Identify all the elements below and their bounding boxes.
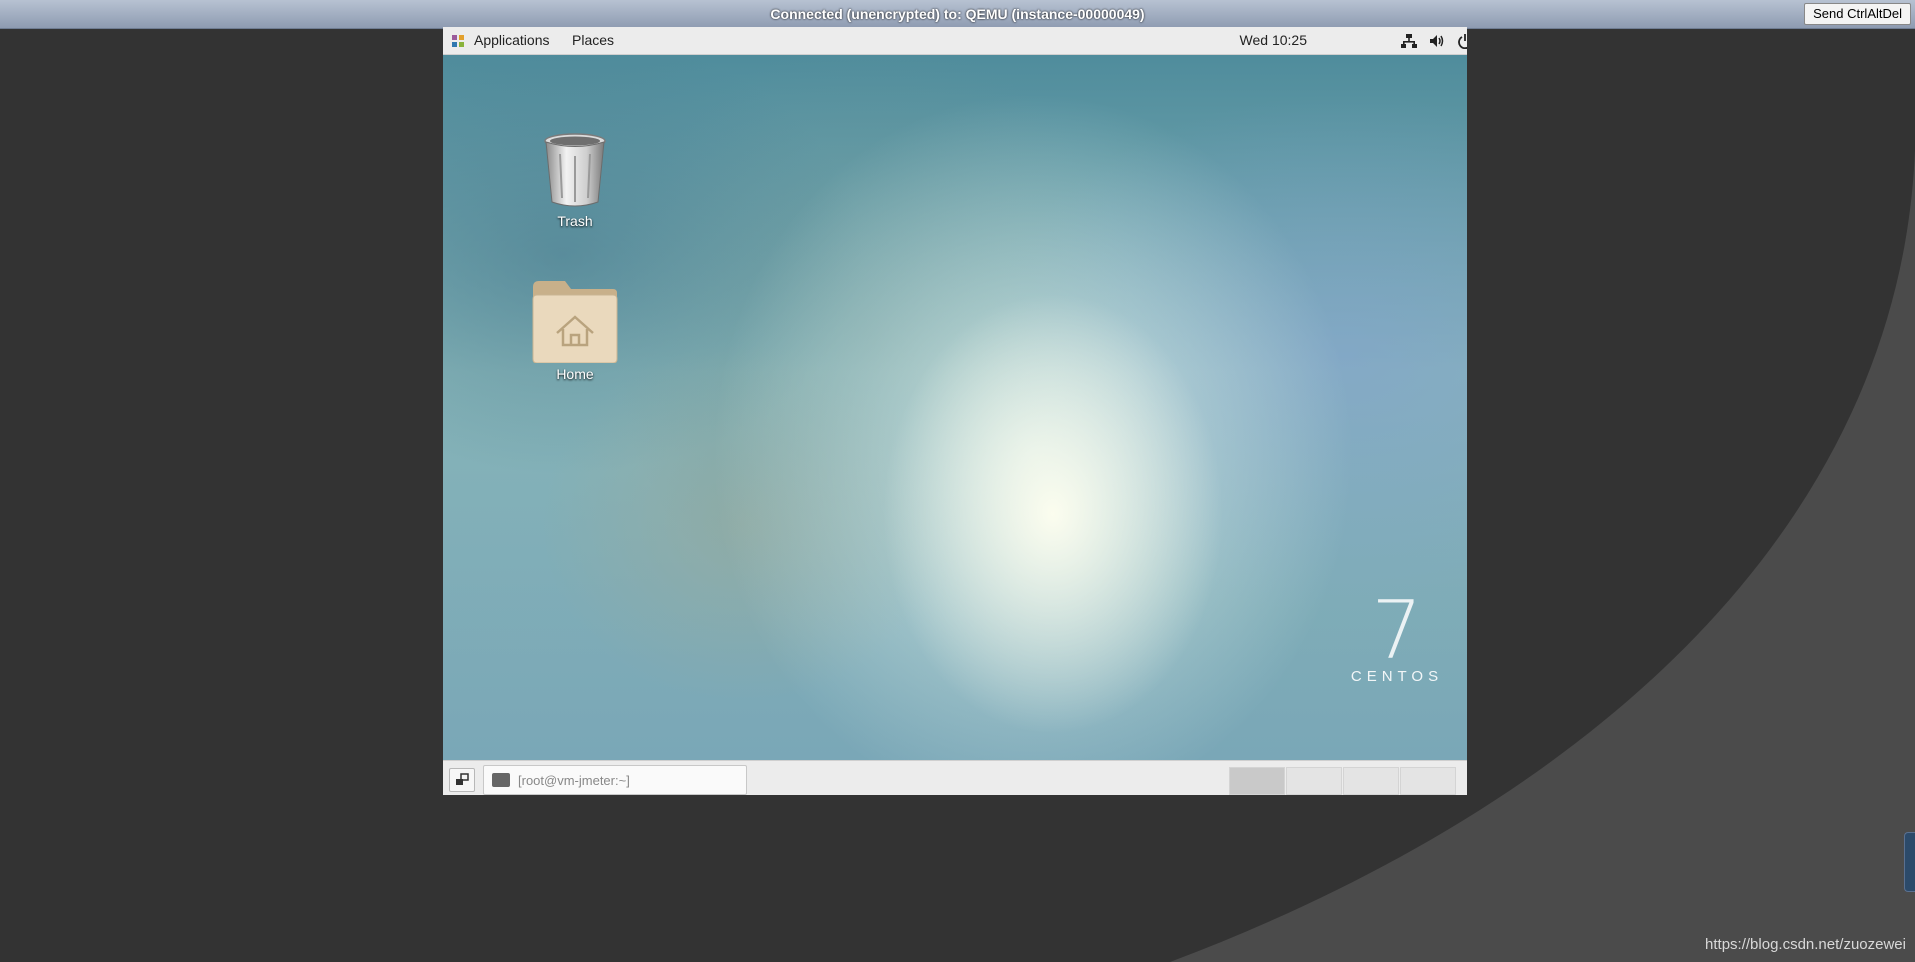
- places-menu[interactable]: Places: [572, 32, 614, 48]
- desktop-icon-home[interactable]: Home: [520, 279, 630, 382]
- power-icon[interactable]: [1457, 33, 1467, 49]
- desktop-icon-label: Home: [556, 366, 594, 382]
- vm-screen[interactable]: Trash Home 7 CENTOS Applications Places …: [443, 27, 1467, 795]
- trash-icon: [544, 133, 606, 207]
- vnc-connection-title: Connected (unencrypted) to: QEMU (instan…: [770, 6, 1145, 22]
- taskbar-window-label: [root@vm-jmeter:~]: [518, 773, 630, 788]
- desktop-icon-label: Trash: [557, 213, 593, 229]
- workspace-3[interactable]: [1343, 767, 1399, 795]
- watermark: https://blog.csdn.net/zuozewei: [1705, 936, 1906, 953]
- network-icon[interactable]: [1401, 33, 1417, 49]
- workspace-1[interactable]: [1229, 767, 1285, 795]
- workspace-2[interactable]: [1286, 767, 1342, 795]
- send-ctrl-alt-del-button[interactable]: Send CtrlAltDel: [1804, 3, 1911, 25]
- show-desktop-button[interactable]: [449, 768, 475, 792]
- centos-logo: 7 CENTOS: [1327, 584, 1467, 686]
- applications-menu[interactable]: Applications: [474, 32, 550, 48]
- terminal-icon: [492, 773, 510, 787]
- show-desktop-icon: [456, 773, 469, 785]
- taskbar-window-button[interactable]: [root@vm-jmeter:~]: [483, 765, 747, 795]
- gnome-top-panel: Applications Places Wed 10:25: [443, 27, 1467, 55]
- volume-icon[interactable]: [1429, 33, 1445, 49]
- gnome-bottom-panel: [root@vm-jmeter:~]: [443, 760, 1467, 795]
- workspace-4[interactable]: [1400, 767, 1456, 795]
- side-panel-tab[interactable]: [1904, 832, 1915, 892]
- applications-logo-icon: [452, 35, 464, 47]
- vnc-status-bar: Connected (unencrypted) to: QEMU (instan…: [0, 0, 1915, 29]
- centos-wordmark: CENTOS: [1350, 668, 1444, 685]
- clock[interactable]: Wed 10:25: [1240, 32, 1307, 48]
- desktop-icon-trash[interactable]: Trash: [520, 132, 630, 229]
- centos-version-number: 7: [1371, 584, 1423, 677]
- desktop[interactable]: Trash Home 7 CENTOS: [443, 54, 1467, 760]
- home-folder-icon: [532, 281, 618, 364]
